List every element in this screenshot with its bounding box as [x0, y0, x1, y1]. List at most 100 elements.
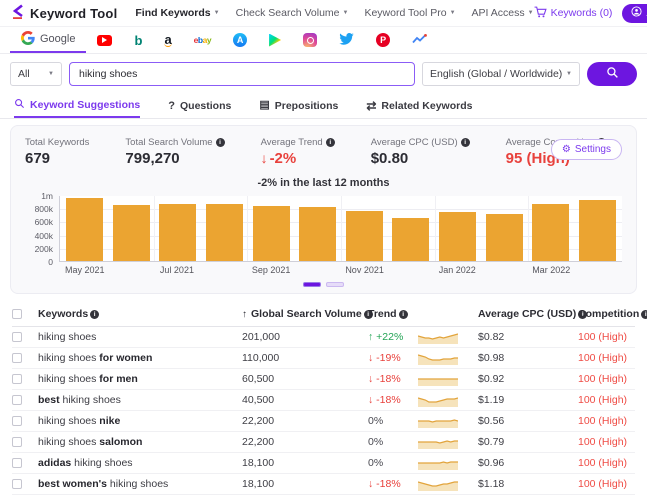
- competition-cell: 100 (High): [578, 331, 635, 343]
- account-button[interactable]: Account ▼: [622, 4, 647, 23]
- sparkline-cell: [418, 373, 478, 386]
- platform-tab-google-play[interactable]: [258, 27, 292, 53]
- platform-tab-pinterest[interactable]: P: [365, 27, 401, 53]
- info-icon[interactable]: i: [216, 138, 225, 147]
- y-tick-label: 200k: [35, 244, 53, 254]
- tab-related-keywords[interactable]: ⇄ Related Keywords: [366, 93, 472, 118]
- ebay-icon: ebay: [194, 35, 211, 45]
- logo[interactable]: Keyword Tool: [12, 4, 117, 22]
- keywords-cart-link[interactable]: Keywords (0): [534, 6, 613, 21]
- sort-asc-icon: ↑: [242, 309, 247, 320]
- logo-icon: [12, 4, 25, 22]
- platform-tab-bing[interactable]: b: [123, 27, 153, 53]
- tab-keyword-suggestions[interactable]: Keyword Suggestions: [14, 93, 140, 118]
- competition-cell: 100 (High): [578, 436, 635, 448]
- row-checkbox[interactable]: [12, 374, 22, 384]
- grid-icon: ▤: [259, 100, 269, 111]
- platform-tab-instagram[interactable]: [292, 27, 328, 53]
- bing-icon: b: [134, 34, 142, 47]
- y-tick-label: 400k: [35, 231, 53, 241]
- platform-tab-youtube[interactable]: [86, 27, 123, 53]
- platform-tab-google-trends[interactable]: [401, 27, 438, 53]
- search-volume-cell: 201,000: [242, 331, 368, 343]
- x-tick-label: [112, 265, 149, 275]
- info-icon[interactable]: i: [641, 310, 647, 319]
- competition-cell: 100 (High): [578, 478, 635, 490]
- platform-tab-amazon[interactable]: a: [153, 27, 182, 53]
- search-volume-cell: 18,100: [242, 478, 368, 490]
- trend-cell: ↓ -18%: [368, 373, 418, 385]
- info-icon[interactable]: i: [326, 138, 335, 147]
- trend-sparkline: [418, 331, 458, 344]
- cart-icon: [534, 6, 547, 21]
- info-icon[interactable]: i: [399, 310, 408, 319]
- cpc-cell: $1.19: [478, 394, 578, 406]
- google-trends-icon: [412, 34, 427, 47]
- info-icon[interactable]: i: [461, 138, 470, 147]
- x-tick-label: May 2021: [65, 265, 102, 275]
- keyword-cell[interactable]: hiking shoes salomon: [38, 436, 242, 448]
- nav-keyword-tool-pro[interactable]: Keyword Tool Pro▼: [364, 7, 455, 19]
- search-button[interactable]: [587, 62, 637, 86]
- platform-tab-ebay[interactable]: ebay: [183, 27, 222, 53]
- x-tick-label: Mar 2022: [532, 265, 569, 275]
- chart-bar: [299, 207, 336, 261]
- language-select[interactable]: English (Global / Worldwide)▼: [422, 62, 580, 86]
- platform-tab-app-store[interactable]: A: [222, 27, 258, 53]
- sparkline-cell: [418, 394, 478, 407]
- col-average-cpc[interactable]: Average CPC (USD)i: [478, 308, 578, 320]
- table-row: hiking shoes for men60,500↓ -18%$0.92100…: [12, 369, 635, 390]
- y-tick-label: 1m: [41, 191, 53, 201]
- platform-tab-google[interactable]: Google: [10, 27, 86, 53]
- competition-cell: 100 (High): [578, 457, 635, 469]
- row-checkbox[interactable]: [12, 353, 22, 363]
- keyword-cell[interactable]: hiking shoes for men: [38, 373, 242, 385]
- nav-check-search-volume[interactable]: Check Search Volume▼: [236, 7, 349, 19]
- col-trend[interactable]: Trendi: [368, 308, 418, 320]
- keyword-table: Keywordsi ↑Global Search Volumei Trendi …: [12, 302, 635, 495]
- keyword-cell[interactable]: hiking shoes nike: [38, 415, 242, 427]
- nav-find-keywords[interactable]: Find Keywords▼: [135, 7, 219, 19]
- y-tick-label: 800k: [35, 204, 53, 214]
- info-icon[interactable]: i: [90, 310, 99, 319]
- table-row: best women's hiking shoes18,100↓ -18%$1.…: [12, 474, 635, 495]
- trend-sparkline: [418, 373, 458, 386]
- nav-api-access[interactable]: API Access▼: [472, 7, 534, 19]
- table-row: adidas hiking shoes18,1000%$0.96100 (Hig…: [12, 453, 635, 474]
- row-checkbox[interactable]: [12, 458, 22, 468]
- keyword-cell[interactable]: adidas hiking shoes: [38, 457, 242, 469]
- settings-button[interactable]: ⚙ Settings: [551, 139, 622, 160]
- keyword-cell[interactable]: best hiking shoes: [38, 394, 242, 406]
- tab-prepositions[interactable]: ▤ Prepositions: [259, 93, 338, 118]
- trend-cell: ↓ -18%: [368, 478, 418, 490]
- row-checkbox[interactable]: [12, 437, 22, 447]
- pager-dash-active[interactable]: [303, 282, 321, 287]
- search-volume-cell: 18,100: [242, 457, 368, 469]
- keyword-cell[interactable]: hiking shoes: [38, 331, 242, 343]
- trend-cell: 0%: [368, 415, 418, 427]
- chart-bar: [579, 200, 616, 261]
- question-mark-icon: ?: [168, 100, 175, 112]
- top-bar-right: Keywords (0) Account ▼: [534, 4, 647, 23]
- search-input[interactable]: [69, 62, 415, 86]
- col-competition[interactable]: Competitioni: [578, 308, 647, 320]
- platform-tab-twitter[interactable]: [328, 27, 365, 53]
- row-checkbox[interactable]: [12, 416, 22, 426]
- row-checkbox[interactable]: [12, 395, 22, 405]
- scope-select[interactable]: All▼: [10, 62, 62, 86]
- chart-plot-area: [59, 196, 622, 262]
- select-all-checkbox[interactable]: [12, 309, 22, 319]
- tab-questions[interactable]: ? Questions: [168, 93, 231, 118]
- trend-cell: ↓ -19%: [368, 352, 418, 364]
- chart-bar: [346, 211, 383, 261]
- pager-dash[interactable]: [326, 282, 344, 287]
- keyword-cell[interactable]: best women's hiking shoes: [38, 478, 242, 490]
- chart-bar: [392, 218, 429, 261]
- cpc-cell: $0.96: [478, 457, 578, 469]
- row-checkbox[interactable]: [12, 479, 22, 489]
- youtube-icon: [97, 35, 112, 46]
- col-global-search-volume[interactable]: ↑Global Search Volumei: [242, 308, 368, 320]
- keyword-cell[interactable]: hiking shoes for women: [38, 352, 242, 364]
- search-volume-chart: -2% in the last 12 months 1m800k600k400k…: [25, 177, 622, 287]
- row-checkbox[interactable]: [12, 332, 22, 342]
